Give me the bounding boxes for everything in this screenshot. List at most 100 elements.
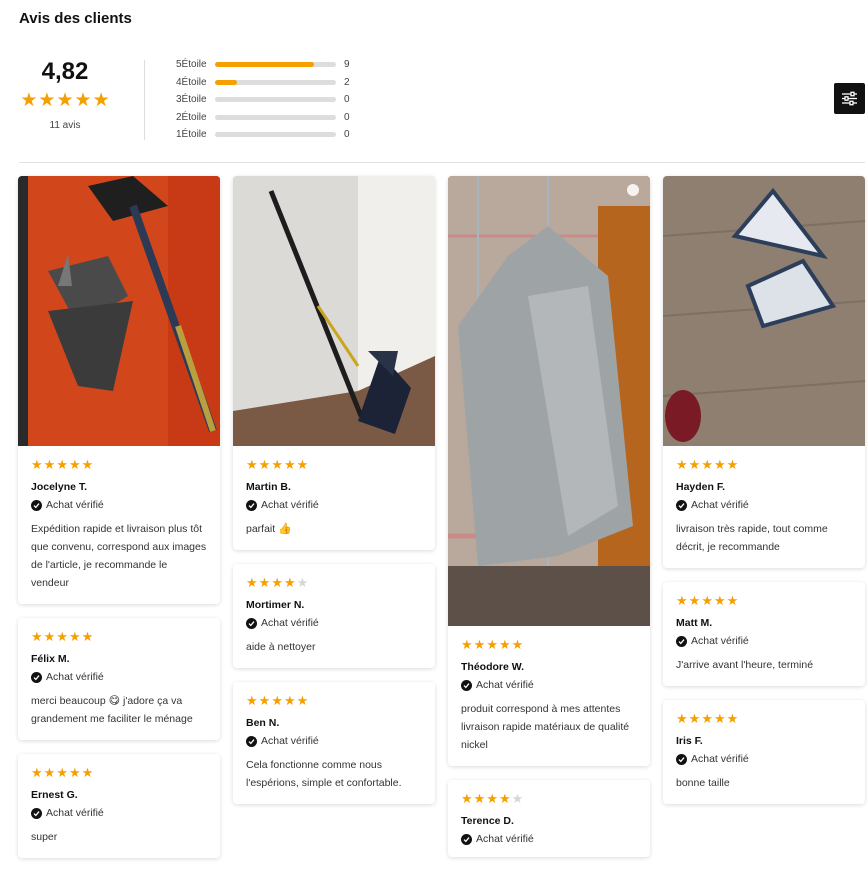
check-icon bbox=[461, 833, 472, 845]
distribution-count: 2 bbox=[344, 76, 350, 88]
verified-label: Achat vérifié bbox=[691, 635, 749, 647]
review-card[interactable]: ★ ★ ★ ★ ★ Iris F. Achat vérifié bonne taille bbox=[663, 700, 865, 804]
review-column: ★ ★ ★ ★ ★ Théodore W. Achat vérifié produit … bbox=[448, 176, 650, 870]
star-icon: ★ bbox=[258, 457, 271, 472]
reviewer-name: Matt M. bbox=[676, 617, 713, 629]
verified-badge: Achat vérifié bbox=[676, 635, 852, 647]
review-card[interactable]: ★ ★ ★ ★ ★ Mortimer N. Achat vérifié aide à n… bbox=[233, 564, 435, 668]
star-empty-icon: ★ bbox=[511, 791, 524, 806]
distribution-bar bbox=[215, 62, 336, 68]
star-icon: ★ bbox=[81, 765, 94, 780]
star-icon: ★ bbox=[31, 457, 43, 472]
review-card[interactable]: ★ ★ ★ ★ ★ Ernest G. Achat vérifié super bbox=[18, 754, 220, 858]
review-photo[interactable] bbox=[448, 176, 650, 626]
rating-stars: ★ ★ ★ ★ ★ bbox=[31, 458, 207, 472]
star-icon: ★ bbox=[486, 637, 498, 652]
review-photo[interactable] bbox=[233, 176, 435, 446]
review-text: J'arrive avant l'heure, terminé bbox=[676, 659, 814, 671]
star-icon: ★ bbox=[246, 575, 258, 590]
star-empty-icon: ★ bbox=[296, 575, 309, 590]
rating-stars: ★ ★ ★ ★ ★ bbox=[461, 792, 637, 806]
review-card[interactable]: ★ ★ ★ ★ ★ Martin B. Achat vérifié parfait 👍 bbox=[233, 176, 435, 550]
star-icon: ★ bbox=[486, 791, 498, 806]
review-card[interactable]: ★ ★ ★ ★ ★ Jocelyne T. Achat vérifié Expéditi… bbox=[18, 176, 220, 604]
emoji: 😋 bbox=[108, 695, 121, 707]
review-card[interactable]: ★ ★ ★ ★ ★ Terence D. Achat vérifié bbox=[448, 780, 650, 857]
star-icon: ★ bbox=[511, 637, 524, 652]
distribution-row-3[interactable]: 3Étoile 0 bbox=[176, 91, 350, 109]
distribution-count: 0 bbox=[344, 94, 350, 106]
review-text: Cela fonctionne comme nous l'espérions, … bbox=[246, 759, 402, 789]
star-icon: ★ bbox=[258, 575, 271, 590]
verified-badge: Achat vérifié bbox=[676, 753, 852, 765]
star-icon: ★ bbox=[31, 629, 43, 644]
star-icon: ★ bbox=[81, 457, 94, 472]
star-icon: ★ bbox=[688, 711, 701, 726]
check-icon bbox=[31, 807, 42, 819]
review-text: livraison très rapide, tout comme décrit… bbox=[676, 523, 828, 553]
verified-label: Achat vérifié bbox=[691, 499, 749, 511]
reviewer-name: Mortimer N. bbox=[246, 599, 305, 611]
review-card[interactable]: ★ ★ ★ ★ ★ Félix M. Achat vérifié merci beauc… bbox=[18, 618, 220, 740]
star-icon: ★ bbox=[701, 711, 713, 726]
verified-label: Achat vérifié bbox=[476, 679, 534, 691]
star-icon: ★ bbox=[296, 693, 309, 708]
reviewer-name: Théodore W. bbox=[461, 661, 524, 673]
star-icon: ★ bbox=[296, 457, 309, 472]
emoji: 👍 bbox=[278, 523, 292, 535]
rating-stars: ★ ★ ★ ★ ★ bbox=[676, 712, 852, 726]
check-icon bbox=[676, 753, 687, 765]
star-icon: ★ bbox=[246, 693, 258, 708]
verified-badge: Achat vérifié bbox=[676, 499, 852, 511]
rating-stars: ★ ★ ★ ★ ★ bbox=[676, 458, 852, 472]
star-icon: ★ bbox=[498, 637, 511, 652]
distribution-row-5[interactable]: 5Étoile 9 bbox=[176, 56, 350, 74]
check-icon bbox=[461, 679, 472, 691]
star-icon: ★ bbox=[31, 765, 43, 780]
star-icon: ★ bbox=[43, 765, 56, 780]
verified-badge: Achat vérifié bbox=[246, 735, 422, 747]
review-card[interactable]: ★ ★ ★ ★ ★ Théodore W. Achat vérifié produit … bbox=[448, 176, 650, 766]
star-icon: ★ bbox=[688, 593, 701, 608]
review-card[interactable]: ★ ★ ★ ★ ★ Hayden F. Achat vérifié livraison … bbox=[663, 176, 865, 568]
star-icon: ★ bbox=[271, 693, 283, 708]
review-photo[interactable] bbox=[663, 176, 865, 446]
page-title: Avis des clients bbox=[19, 10, 132, 27]
star-icon: ★ bbox=[246, 457, 258, 472]
sliders-icon bbox=[842, 91, 857, 106]
distribution-count: 0 bbox=[344, 129, 350, 141]
review-photo[interactable] bbox=[18, 176, 220, 446]
star-icon: ★ bbox=[56, 457, 68, 472]
review-column: ★ ★ ★ ★ ★ Martin B. Achat vérifié parfait 👍 … bbox=[233, 176, 435, 818]
filter-button[interactable] bbox=[834, 83, 865, 114]
star-icon: ★ bbox=[43, 629, 56, 644]
star-icon: ★ bbox=[68, 457, 81, 472]
rating-stars: ★ ★ ★ ★ ★ bbox=[246, 694, 422, 708]
star-icon: ★ bbox=[726, 711, 739, 726]
reviewer-name: Terence D. bbox=[461, 815, 514, 827]
review-text-part: merci beaucoup bbox=[31, 695, 106, 707]
star-icon: ★ bbox=[38, 90, 56, 111]
divider bbox=[19, 162, 865, 163]
distribution-row-2[interactable]: 2Étoile 0 bbox=[176, 109, 350, 127]
review-text-part: parfait bbox=[246, 523, 276, 535]
verified-label: Achat vérifié bbox=[261, 735, 319, 747]
verified-label: Achat vérifié bbox=[46, 499, 104, 511]
review-card[interactable]: ★ ★ ★ ★ ★ Matt M. Achat vérifié J'arrive ava… bbox=[663, 582, 865, 686]
distribution-row-1[interactable]: 1Étoile 0 bbox=[176, 126, 350, 144]
star-icon: ★ bbox=[74, 90, 92, 111]
star-icon: ★ bbox=[473, 791, 486, 806]
review-text: aide à nettoyer bbox=[246, 641, 316, 653]
star-icon: ★ bbox=[56, 90, 74, 111]
review-text: merci beaucoup 😋 j'adore ça va grandemen… bbox=[31, 692, 207, 728]
verified-label: Achat vérifié bbox=[46, 807, 104, 819]
star-icon: ★ bbox=[92, 90, 110, 111]
star-icon: ★ bbox=[713, 457, 726, 472]
star-icon: ★ bbox=[701, 593, 713, 608]
review-card[interactable]: ★ ★ ★ ★ ★ Ben N. Achat vérifié Cela fonction… bbox=[233, 682, 435, 804]
star-icon: ★ bbox=[56, 765, 68, 780]
rating-stars: ★ ★ ★ ★ ★ bbox=[461, 638, 637, 652]
distribution-row-4[interactable]: 4Étoile 2 bbox=[176, 74, 350, 92]
rating-distribution: 5Étoile 9 4Étoile 2 3Étoile 0 2Étoile 0 … bbox=[176, 56, 350, 144]
star-icon: ★ bbox=[461, 791, 473, 806]
